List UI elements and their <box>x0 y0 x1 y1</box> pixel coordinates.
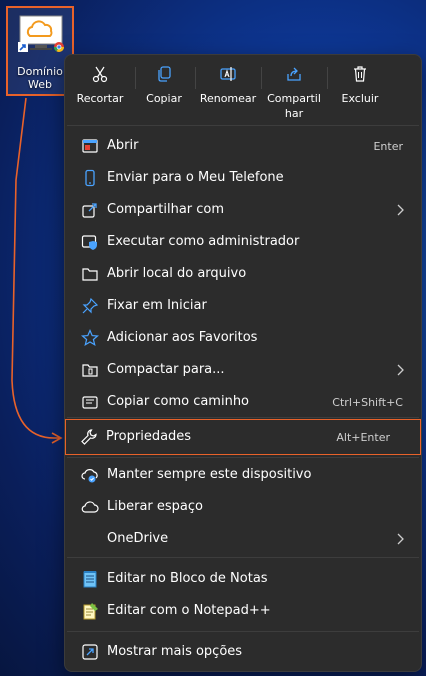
cloud-icon <box>81 501 99 513</box>
menu-item-open[interactable]: Abrir Enter <box>69 131 417 161</box>
wrench-icon <box>81 429 97 445</box>
menu-item-free-up-space[interactable]: Liberar espaço <box>69 492 417 522</box>
share-label-line2: har <box>284 107 304 120</box>
chevron-right-icon <box>397 533 404 545</box>
chevron-right-icon <box>397 204 404 216</box>
scissors-icon <box>92 66 108 83</box>
menu-item-label: Mostrar mais opções <box>107 644 243 659</box>
menu-item-label: Executar como administrador <box>107 234 300 249</box>
menu-item-copy-as-path[interactable]: Copiar como caminho Ctrl+Shift+C <box>69 387 417 417</box>
menu-item-always-keep-on-device[interactable]: Manter sempre este dispositivo <box>69 460 417 490</box>
trash-icon <box>354 66 366 82</box>
zip-folder-icon <box>82 364 98 377</box>
notepad-icon <box>83 571 97 588</box>
cloud-check-icon <box>81 469 98 483</box>
cut-label: Recortar <box>76 92 124 105</box>
cut-button[interactable]: Recortar <box>67 63 133 121</box>
desktop-icon-label: Domínio Web <box>8 65 72 91</box>
menu-item-run-as-admin[interactable]: Executar como administrador <box>69 227 417 257</box>
menu-item-compress-to[interactable]: Compactar para... <box>69 355 417 385</box>
menu-item-add-to-favorites[interactable]: Adicionar aos Favoritos <box>69 323 417 353</box>
share-with-icon <box>82 203 97 218</box>
rename-icon <box>220 67 236 81</box>
menu-item-label: OneDrive <box>107 531 169 546</box>
menu-divider <box>67 125 419 126</box>
menu-item-properties[interactable]: Propriedades Alt+Enter <box>65 419 421 455</box>
shield-admin-icon <box>81 235 97 250</box>
folder-icon <box>82 268 98 281</box>
copy-label: Copiar <box>146 92 182 105</box>
icon-label-line1: Domínio <box>17 65 63 78</box>
rename-label: Renomear <box>199 92 257 105</box>
share-icon <box>287 67 301 81</box>
star-icon <box>81 329 99 347</box>
rename-button[interactable]: Renomear <box>195 63 261 121</box>
delete-label: Excluir <box>341 92 379 105</box>
menu-item-label: Abrir <box>107 138 139 153</box>
menu-item-edit-in-notepad[interactable]: Editar no Bloco de Notas <box>69 564 417 594</box>
menu-item-shortcut: Alt+Enter <box>336 431 390 444</box>
menu-item-label: Enviar para o Meu Telefone <box>107 170 284 185</box>
menu-divider <box>67 417 419 418</box>
menu-item-edit-with-notepadpp[interactable]: Editar com o Notepad++ <box>69 596 417 626</box>
pin-icon <box>82 297 99 314</box>
share-button[interactable]: Compartil har <box>261 63 327 121</box>
menu-item-label: Adicionar aos Favoritos <box>107 330 258 345</box>
menu-item-show-more-options[interactable]: Mostrar mais opções <box>69 637 417 667</box>
menu-toolbar: Recortar Copiar Renomear Compartil har E… <box>65 55 421 125</box>
menu-item-label: Compactar para... <box>107 362 225 377</box>
menu-divider <box>67 457 419 458</box>
menu-divider <box>67 557 419 558</box>
share-label-line1: Compartil <box>267 92 321 105</box>
notepad-plus-plus-icon <box>83 603 98 620</box>
menu-item-share-with[interactable]: Compartilhar com <box>69 195 417 225</box>
icon-label-line2: Web <box>28 78 52 91</box>
menu-item-label: Liberar espaço <box>107 499 203 514</box>
menu-item-send-to-phone[interactable]: Enviar para o Meu Telefone <box>69 163 417 193</box>
open-window-icon <box>82 139 98 153</box>
menu-item-label: Compartilhar com <box>107 202 225 217</box>
menu-item-open-file-location[interactable]: Abrir local do arquivo <box>69 259 417 289</box>
menu-item-pin-to-start[interactable]: Fixar em Iniciar <box>69 291 417 321</box>
more-options-icon <box>82 644 98 660</box>
delete-button[interactable]: Excluir <box>327 63 393 121</box>
phone-icon <box>85 169 95 187</box>
menu-item-label: Editar com o Notepad++ <box>107 603 271 618</box>
menu-item-label: Abrir local do arquivo <box>107 266 247 281</box>
context-menu: Recortar Copiar Renomear Compartil har E… <box>64 54 422 672</box>
menu-item-shortcut: Enter <box>373 140 403 153</box>
menu-item-label: Propriedades <box>106 429 192 444</box>
chevron-right-icon <box>397 364 404 376</box>
menu-item-onedrive[interactable]: OneDrive <box>69 524 417 554</box>
copy-path-icon <box>82 396 98 409</box>
menu-item-label: Copiar como caminho <box>107 394 250 409</box>
copy-button[interactable]: Copiar <box>131 63 197 121</box>
menu-item-label: Manter sempre este dispositivo <box>107 467 312 482</box>
menu-item-label: Editar no Bloco de Notas <box>107 571 268 586</box>
web-shortcut-icon <box>18 15 64 52</box>
menu-item-label: Fixar em Iniciar <box>107 298 207 313</box>
menu-item-shortcut: Ctrl+Shift+C <box>332 396 403 409</box>
copy-icon <box>158 66 171 82</box>
menu-divider <box>67 631 419 632</box>
